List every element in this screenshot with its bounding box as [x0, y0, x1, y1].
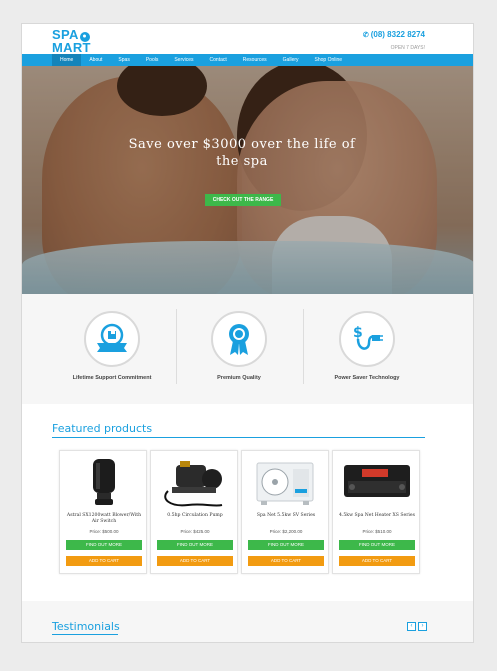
featured-products-title: Featured products: [52, 422, 153, 435]
nav-item-gallery[interactable]: Gallery: [275, 54, 307, 66]
dollar-plug-icon: $: [353, 325, 383, 350]
feature-power-saver: $ Power Saver Technology: [303, 294, 431, 404]
opening-hours: OPEN 7 DAYS!: [390, 45, 425, 51]
spamart-logo[interactable]: SPA ● MART: [52, 28, 91, 55]
section-underline: [52, 437, 425, 438]
blower-image: [93, 459, 115, 505]
hero-banner: Save over $3000 over the life of the spa…: [22, 66, 473, 294]
find-out-more-button[interactable]: FIND OUT MORE: [157, 540, 233, 550]
svg-text:$: $: [353, 325, 363, 341]
heater-image: [344, 465, 410, 497]
product-card: 0.5hp Circulation Pump Price: $425.00 FI…: [150, 450, 238, 574]
product-image-pump[interactable]: [158, 455, 232, 511]
add-to-cart-button[interactable]: ADD TO CART: [157, 556, 233, 566]
product-price: Price: $425.00: [180, 529, 210, 534]
feature-circle: [211, 311, 267, 367]
nav-item-shop-online[interactable]: Shop Online: [307, 54, 351, 66]
hero-overlay: [22, 66, 473, 294]
product-name[interactable]: 4.5kw Spa Net Heater XS Series: [336, 513, 418, 519]
product-card: 4.5kw Spa Net Heater XS Series Price: $5…: [332, 450, 420, 574]
nav-item-contact[interactable]: Contact: [202, 54, 235, 66]
phone-number[interactable]: ✆ (08) 8322 8274: [363, 30, 425, 39]
chevron-left-icon[interactable]: ‹: [407, 622, 416, 631]
nav-item-resources[interactable]: Resources: [235, 54, 275, 66]
pump-image: [164, 461, 223, 507]
logo-text-mart: MART: [52, 40, 91, 55]
site-header: SPA ● MART ✆ (08) 8322 8274 OPEN 7 DAYS!: [22, 24, 473, 54]
section-underline: [52, 634, 118, 635]
testimonials-title: Testimonials: [52, 620, 120, 633]
features-strip: Lifetime Support Commitment Premium Qual…: [22, 294, 473, 404]
check-out-range-button[interactable]: CHECK OUT THE RANGE: [205, 194, 281, 206]
hero-headline: Save over $3000 over the life of the spa: [128, 137, 356, 169]
product-image-heater[interactable]: [340, 455, 414, 511]
product-image-heat-pump[interactable]: [249, 455, 323, 511]
testimonials-section: Testimonials ‹ ›: [22, 601, 473, 642]
product-name[interactable]: Astral SX1200watt Blower/With Air Switch: [63, 513, 145, 525]
find-out-more-button[interactable]: FIND OUT MORE: [66, 540, 142, 550]
support-banner-icon: [97, 323, 127, 352]
feature-circle: $: [339, 311, 395, 367]
nav-item-home[interactable]: Home: [52, 54, 82, 66]
product-price: Price: $2,200.00: [269, 529, 303, 534]
feature-lifetime-support: Lifetime Support Commitment: [48, 294, 176, 404]
heat-pump-image: [256, 462, 314, 505]
award-ribbon-icon: [229, 324, 249, 355]
phone-icon: ✆: [362, 32, 369, 39]
find-out-more-button[interactable]: FIND OUT MORE: [339, 540, 415, 550]
add-to-cart-button[interactable]: ADD TO CART: [66, 556, 142, 566]
feature-circle: [84, 311, 140, 367]
product-name[interactable]: Spa Net 5.5kw SV Series: [245, 513, 327, 519]
product-image-blower[interactable]: [67, 455, 141, 511]
product-name[interactable]: 0.5hp Circulation Pump: [154, 513, 236, 519]
add-to-cart-button[interactable]: ADD TO CART: [339, 556, 415, 566]
testimonial-nav: ‹ ›: [407, 622, 427, 631]
nav-item-services[interactable]: Services: [166, 54, 201, 66]
feature-premium-quality: Premium Quality: [175, 294, 303, 404]
nav-item-spas[interactable]: Spas: [110, 54, 137, 66]
feature-label: Premium Quality: [217, 375, 261, 381]
featured-products-section: Featured products Astral SX1200watt Blow…: [22, 406, 473, 601]
feature-label: Power Saver Technology: [334, 375, 400, 381]
chevron-right-icon[interactable]: ›: [418, 622, 427, 631]
nav-item-about[interactable]: About: [81, 54, 110, 66]
product-card: Astral SX1200watt Blower/With Air Switch…: [59, 450, 147, 574]
main-nav: Home About Spas Pools Services Contact R…: [22, 54, 473, 66]
find-out-more-button[interactable]: FIND OUT MORE: [248, 540, 324, 550]
page-frame: SPA ● MART ✆ (08) 8322 8274 OPEN 7 DAYS! H…: [21, 23, 474, 643]
add-to-cart-button[interactable]: ADD TO CART: [248, 556, 324, 566]
feature-label: Lifetime Support Commitment: [72, 375, 152, 381]
phone-number-text: (08) 8322 8274: [370, 30, 425, 39]
nav-item-pools[interactable]: Pools: [138, 54, 167, 66]
product-price: Price: $500.00: [89, 529, 119, 534]
product-price: Price: $510.00: [362, 529, 392, 534]
product-card: Spa Net 5.5kw SV Series Price: $2,200.00…: [241, 450, 329, 574]
